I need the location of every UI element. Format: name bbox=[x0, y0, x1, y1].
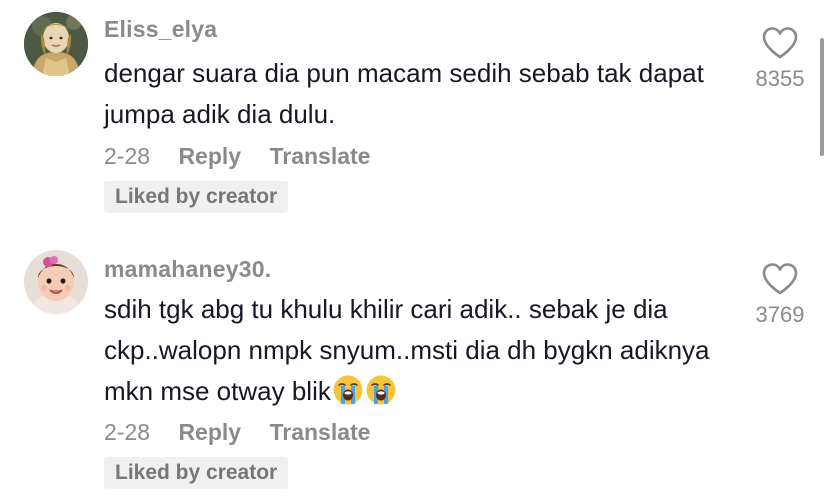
scrollbar[interactable] bbox=[820, 38, 824, 156]
translate-button[interactable]: Translate bbox=[269, 419, 370, 446]
comment-meta: 2-28 Reply Translate bbox=[104, 143, 370, 170]
loudly-crying-face-icon bbox=[366, 375, 396, 405]
loudly-crying-face-icon bbox=[333, 375, 363, 405]
user-avatar-icon bbox=[24, 250, 88, 314]
comment-date: 2-28 bbox=[104, 143, 151, 169]
comment-date: 2-28 bbox=[104, 419, 151, 445]
comment-meta: 2-28 Reply Translate bbox=[104, 419, 370, 446]
like-section: 3769 bbox=[738, 262, 822, 328]
heart-outline-icon[interactable] bbox=[761, 262, 799, 296]
like-count: 3769 bbox=[755, 302, 805, 327]
liked-by-creator-badge: Liked by creator bbox=[104, 457, 289, 489]
reply-button[interactable]: Reply bbox=[178, 419, 241, 446]
user-avatar-icon bbox=[24, 12, 88, 76]
avatar[interactable] bbox=[24, 12, 88, 76]
comments-list: Eliss_elya dengar suara dia pun macam se… bbox=[0, 0, 827, 500]
liked-by-creator-badge: Liked by creator bbox=[104, 181, 289, 213]
comment-text-content: sdih tgk abg tu khulu khilir cari adik..… bbox=[104, 294, 710, 406]
comment-username[interactable]: mamahaney30. bbox=[104, 256, 271, 283]
comment-item: Eliss_elya dengar suara dia pun macam se… bbox=[0, 0, 827, 240]
comment-text: sdih tgk abg tu khulu khilir cari adik..… bbox=[104, 289, 724, 412]
avatar[interactable] bbox=[24, 250, 88, 314]
like-count: 8355 bbox=[755, 66, 805, 91]
reply-button[interactable]: Reply bbox=[178, 143, 241, 170]
translate-button[interactable]: Translate bbox=[269, 143, 370, 170]
comment-text: dengar suara dia pun macam sedih sebab t… bbox=[104, 58, 704, 129]
like-section: 8355 bbox=[738, 26, 822, 92]
comment-username[interactable]: Eliss_elya bbox=[104, 16, 217, 43]
heart-outline-icon[interactable] bbox=[761, 26, 799, 60]
comment-item: mamahaney30. sdih tgk abg tu khulu khili… bbox=[0, 240, 827, 500]
